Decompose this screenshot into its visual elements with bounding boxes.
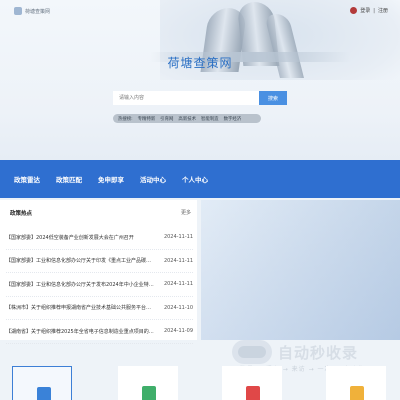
hot-search-item[interactable]: 智能制造: [201, 116, 219, 122]
service-card-policy[interactable]: [12, 366, 72, 400]
main-nav: 政策雷达 政策匹配 免申即享 活动中心 个人中心: [0, 160, 400, 198]
news-item-date: 2024-11-09: [163, 328, 193, 335]
hot-search-label: 热搜榜:: [118, 116, 133, 122]
search-input[interactable]: [113, 91, 259, 105]
brand-text: 荷塘查策网: [25, 8, 51, 15]
news-item-title[interactable]: 【国家部委】工业和信息化部办公厅关于印发《重点工业产品碳足迹核算规则》: [6, 257, 156, 264]
policy-document-icon: [37, 387, 51, 400]
news-header: 政策热点 更多: [0, 200, 197, 222]
news-item[interactable]: 【国家部委】工业和信息化部办公厅关于发布2024年中小企业特色产业集群 2024…: [6, 273, 193, 297]
news-item[interactable]: 【国家部委】2024低空装备产业创新发展大会在广州召开 2024-11-11: [6, 226, 193, 250]
promo-banner[interactable]: [201, 200, 400, 340]
search-button[interactable]: 搜索: [259, 91, 287, 105]
auth-separator: |: [373, 7, 375, 14]
service-card-report[interactable]: [222, 366, 282, 400]
hero-banner: 荷塘查策网 登录 | 注册 荷塘查策网 搜索 热搜榜: 专精特新 引育网 高新技…: [0, 0, 400, 160]
report-icon: [246, 386, 260, 400]
news-item-date: 2024-11-11: [163, 257, 193, 264]
logo-icon: [14, 7, 22, 15]
login-link[interactable]: 登录: [360, 7, 370, 14]
brand[interactable]: 荷塘查策网: [14, 7, 50, 15]
news-item-title[interactable]: 【国家部委】2024低空装备产业创新发展大会在广州召开: [6, 234, 156, 241]
policy-news-panel: 政策热点 更多 【国家部委】2024低空装备产业创新发展大会在广州召开 2024…: [0, 200, 197, 344]
auth-links: 登录 | 注册: [350, 7, 388, 14]
nav-item-no-application[interactable]: 免申即享: [90, 174, 132, 184]
hot-search-bar: 热搜榜: 专精特新 引育网 高新技术 智能制造 数字经济: [113, 114, 261, 123]
search-bar: 搜索: [113, 91, 287, 105]
user-icon: [350, 7, 358, 14]
top-bar: 荷塘查策网 登录 | 注册: [0, 0, 400, 24]
news-item-title[interactable]: 【株洲市】关于组织推荐申报湖南省产业技术基础公共服务平台的通知: [6, 304, 156, 311]
hot-search-item[interactable]: 专精特新: [138, 116, 156, 122]
news-list: 【国家部委】2024低空装备产业创新发展大会在广州召开 2024-11-11 【…: [6, 226, 193, 344]
banner-overlay: [201, 200, 400, 340]
service-card-shopping[interactable]: [118, 366, 178, 400]
news-item-title[interactable]: 【国家部委】工业和信息化部办公厅关于发布2024年中小企业特色产业集群: [6, 281, 156, 288]
register-link[interactable]: 注册: [378, 7, 388, 14]
news-item-title[interactable]: 【湖南省】关于组织推荐2025年全省电子信息制造业重点项目的通知: [6, 328, 156, 335]
more-link[interactable]: 更多: [181, 209, 191, 216]
hot-search-item[interactable]: 高新技术: [178, 116, 196, 122]
service-card-calendar[interactable]: [326, 366, 386, 400]
site-title: 荷塘查策网: [167, 56, 233, 70]
nav-item-activity-center[interactable]: 活动中心: [132, 174, 174, 184]
news-item[interactable]: 【国家部委】工业和信息化部办公厅关于印发《重点工业产品碳足迹核算规则》 2024…: [6, 250, 193, 273]
news-item-date: 2024-11-11: [163, 234, 193, 241]
nav-item-policy-match[interactable]: 政策匹配: [48, 174, 90, 184]
news-item[interactable]: 【株洲市】关于组织推荐申报湖南省产业技术基础公共服务平台的通知 2024-11-…: [6, 297, 193, 320]
service-cards: [0, 358, 400, 400]
calendar-icon: [350, 386, 364, 400]
news-title: 政策热点: [10, 211, 33, 217]
nav-item-personal-center[interactable]: 个人中心: [174, 174, 216, 184]
shopping-bag-icon: [142, 386, 156, 400]
news-item-date: 2024-11-11: [163, 281, 193, 288]
hot-search-item[interactable]: 数字经济: [224, 116, 242, 122]
news-item-date: 2024-11-10: [163, 304, 193, 311]
hot-search-item[interactable]: 引育网: [160, 116, 173, 122]
main-content: 政策热点 更多 【国家部委】2024低空装备产业创新发展大会在广州召开 2024…: [0, 198, 400, 344]
nav-item-policy-radar[interactable]: 政策雷达: [6, 174, 48, 184]
news-item[interactable]: 【湖南省】关于组织推荐2025年全省电子信息制造业重点项目的通知 2024-11…: [6, 320, 193, 344]
